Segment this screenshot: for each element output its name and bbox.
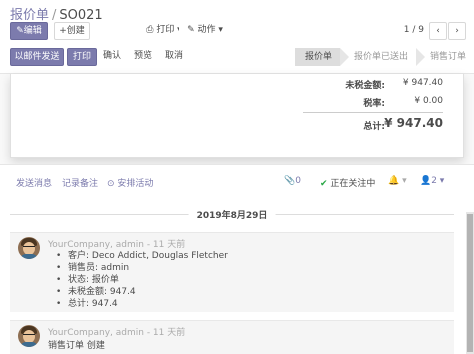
stage-quotation-sent[interactable]: 报价单已送出: [339, 48, 416, 66]
breadcrumb-current: SO021: [59, 8, 103, 23]
following-label: 正在关注中: [330, 179, 376, 189]
log-note-button[interactable]: 记录备注: [62, 176, 98, 189]
tax-value: ¥ 0.00: [414, 96, 443, 106]
preview-button[interactable]: 预览: [128, 48, 158, 66]
follow-settings-dropdown[interactable]: 🔔 ▾: [388, 176, 407, 186]
pager-next-button[interactable]: ›: [448, 22, 466, 40]
order-totals: 未税金额: ¥ 947.40 税率: ¥ 0.00 总计: ¥ 947.40: [303, 74, 443, 134]
message-item: YourCompany, admin - 11 天前 销售订单 创建: [10, 320, 454, 354]
status-bar: 报价单 报价单已送出 销售订单: [294, 48, 474, 66]
tracking-value: 未税金额: 947.4: [48, 286, 228, 298]
divider: [0, 164, 474, 165]
tax-label: 税率:: [363, 99, 385, 109]
tracking-value: 客户: Deco Addict, Douglas Fletcher: [48, 250, 228, 262]
attachment-count-button[interactable]: 📎0: [284, 176, 301, 186]
untaxed-amount-value: ¥ 947.40: [402, 78, 443, 88]
stage-quotation[interactable]: 报价单: [294, 48, 349, 66]
avatar[interactable]: [18, 325, 40, 347]
print-button[interactable]: 打印: [67, 48, 97, 66]
message-author[interactable]: YourCompany, admin: [48, 240, 144, 250]
message-time: - 11 天前: [143, 240, 186, 250]
message-item: YourCompany, admin - 11 天前 客户: Deco Addi…: [10, 232, 454, 312]
breadcrumb-parent-link[interactable]: 报价单: [10, 8, 49, 23]
tracking-value: 销售员: admin: [48, 262, 228, 274]
followers-dropdown[interactable]: 👤2 ▾: [420, 176, 444, 186]
breadcrumb: 报价单 / SO021: [10, 4, 103, 23]
send-by-email-button[interactable]: 以邮件发送: [10, 48, 64, 66]
chatter: 发送消息 记录备注 ⊙ 安排活动 📎0 ✔ 正在关注中 🔔 ▾ 👤2 ▾ 201…: [0, 164, 474, 354]
breadcrumb-separator: /: [52, 8, 57, 23]
stage-sales-order[interactable]: 销售订单: [415, 48, 474, 66]
cancel-button[interactable]: 取消: [161, 48, 187, 66]
avatar[interactable]: [18, 237, 40, 259]
stage-sales-order-label: 销售订单: [429, 52, 466, 62]
tracking-values: 客户: Deco Addict, Douglas Fletcher 销售员: a…: [48, 250, 228, 310]
total-row: 总计: ¥ 947.40: [303, 112, 443, 134]
scrollbar-thumb[interactable]: [467, 214, 473, 352]
edit-button[interactable]: ✎编辑: [10, 22, 48, 40]
action-dropdown[interactable]: ✎ 动作 ▾: [179, 22, 231, 40]
pager-value[interactable]: 1 / 9: [404, 25, 424, 35]
message-author[interactable]: YourCompany, admin: [48, 328, 144, 338]
message-body: 销售订单 创建: [48, 341, 105, 351]
check-icon: ✔: [320, 179, 328, 189]
pager-previous-button[interactable]: ‹: [429, 22, 447, 40]
date-separator: 2019年8月29日: [10, 208, 454, 221]
message-header: YourCompany, admin - 11 天前: [48, 237, 185, 250]
message-time: - 11 天前: [143, 328, 186, 338]
message-body: 客户: Deco Addict, Douglas Fletcher 销售员: a…: [48, 250, 228, 310]
form-sheet: 未税金额: ¥ 947.40 税率: ¥ 0.00 总计: ¥ 947.40: [10, 74, 464, 158]
form-header: 以邮件发送 打印 确认 预览 取消 报价单 报价单已送出 销售订单: [0, 44, 474, 70]
total-value: ¥ 947.40: [384, 116, 443, 130]
untaxed-amount-label: 未税金额:: [345, 81, 385, 91]
total-label: 总计:: [363, 122, 385, 132]
stage-quotation-sent-label: 报价单已送出: [353, 52, 408, 62]
message-header: YourCompany, admin - 11 天前: [48, 325, 185, 338]
send-message-button[interactable]: 发送消息: [16, 176, 52, 189]
create-button[interactable]: +创建: [54, 22, 90, 40]
tracking-value: 状态: 报价单: [48, 274, 228, 286]
following-button[interactable]: ✔ 正在关注中: [320, 176, 375, 189]
schedule-activity-button[interactable]: ⊙ 安排活动: [107, 176, 153, 189]
tracking-value: 总计: 947.4: [48, 298, 228, 310]
confirm-button[interactable]: 确认: [99, 48, 125, 66]
tax-row: 税率: ¥ 0.00: [303, 92, 443, 110]
chatter-topbar: 发送消息 记录备注 ⊙ 安排活动 📎0 ✔ 正在关注中 🔔 ▾ 👤2 ▾: [0, 172, 474, 192]
date-separator-label: 2019年8月29日: [188, 208, 276, 221]
untaxed-amount-row: 未税金额: ¥ 947.40: [303, 74, 443, 92]
